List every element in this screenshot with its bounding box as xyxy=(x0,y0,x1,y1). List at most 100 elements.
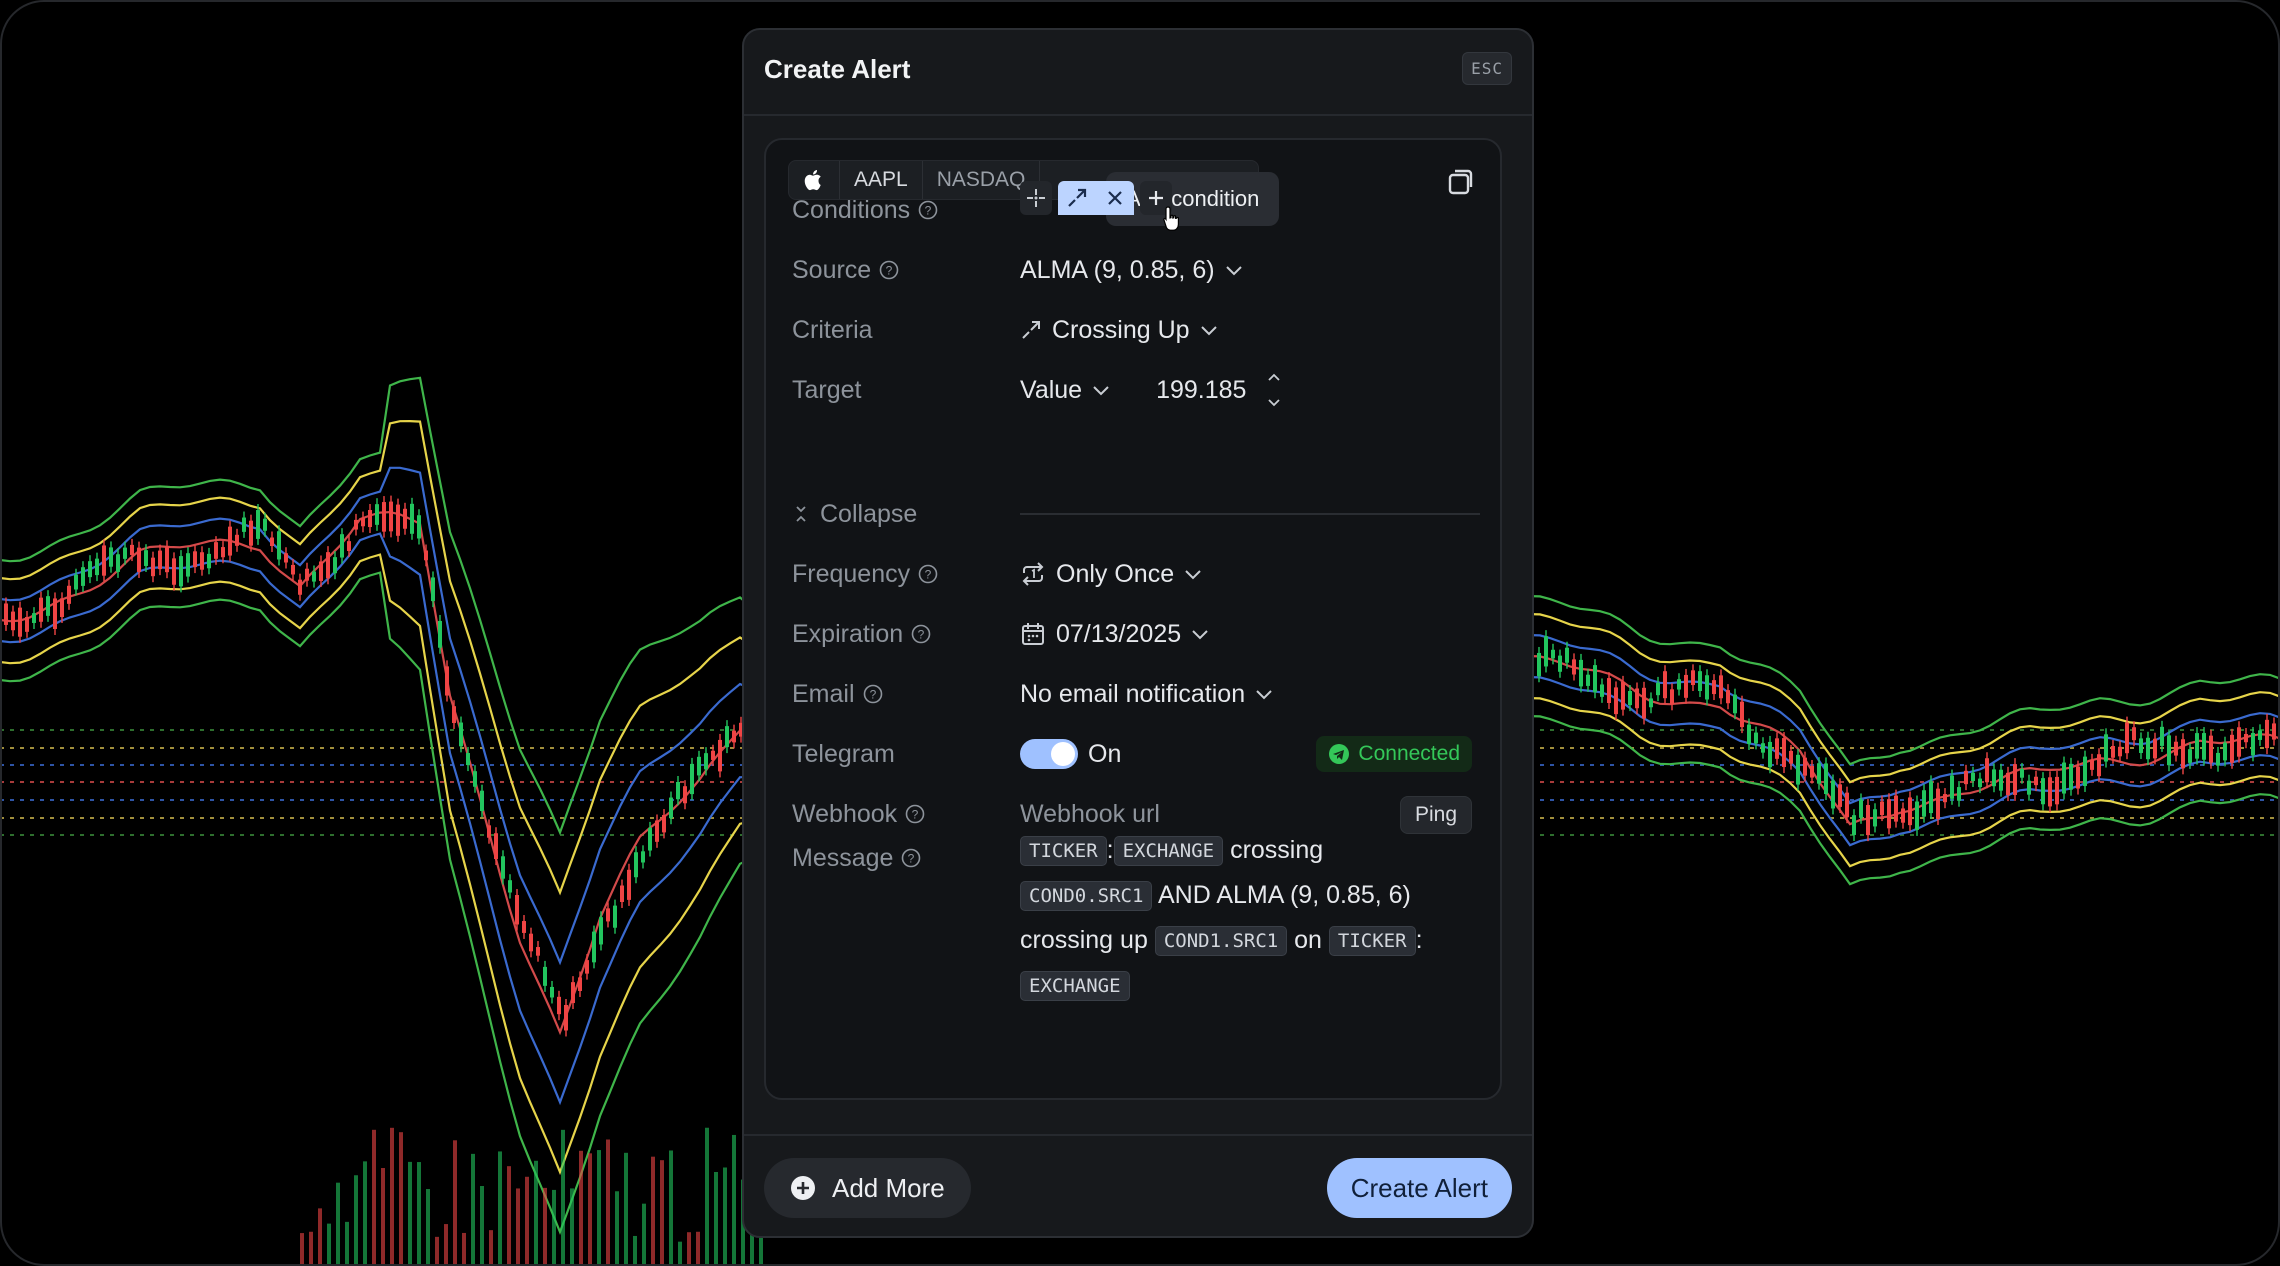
candle-body xyxy=(1768,741,1772,768)
volume-bar xyxy=(462,1232,466,1266)
create-alert-button[interactable]: Create Alert xyxy=(1326,1158,1512,1218)
volume-bar xyxy=(561,1129,565,1266)
candle-body xyxy=(690,763,694,795)
candle-body xyxy=(732,730,736,743)
message-text: on xyxy=(1294,926,1322,954)
candle-body xyxy=(361,517,365,527)
collapse-label: Collapse xyxy=(820,499,918,528)
candle-body xyxy=(1880,801,1884,816)
candle-body xyxy=(375,504,379,525)
message-editor[interactable]: TICKER: EXCHANGE crossing COND0.SRC1 AND … xyxy=(1020,828,1470,1008)
esc-close-button[interactable]: ESC xyxy=(1462,52,1512,85)
candle-body xyxy=(32,613,36,623)
volume-bar xyxy=(345,1221,349,1266)
candle-body xyxy=(2020,768,2024,778)
candle-body xyxy=(1719,675,1723,699)
connected-status: Connected xyxy=(1358,742,1460,765)
candle-body xyxy=(1950,775,1954,799)
criteria-dropdown[interactable]: Crossing Up xyxy=(1020,310,1218,350)
cond0-src1-token[interactable]: COND0.SRC1 xyxy=(1020,881,1153,912)
candle-body xyxy=(473,771,477,787)
email-dropdown[interactable]: No email notification xyxy=(1020,674,1273,714)
exchange-token[interactable]: EXCHANGE xyxy=(1020,971,1130,1002)
candle-body xyxy=(242,517,246,532)
volume-bar xyxy=(336,1182,340,1266)
target-type-dropdown[interactable]: Value xyxy=(1020,376,1110,405)
help-icon[interactable]: ? xyxy=(911,624,931,644)
telegram-toggle[interactable] xyxy=(1020,739,1078,769)
volume-bar xyxy=(579,1150,583,1266)
expiration-label: Expiration xyxy=(792,619,904,648)
calendar-icon xyxy=(1022,623,1044,645)
candle-body xyxy=(431,577,435,602)
volume-bar xyxy=(516,1188,520,1266)
candle-body xyxy=(1621,681,1625,710)
candle-body xyxy=(2153,738,2157,759)
source-dropdown[interactable]: ALMA (9, 0.85, 6) xyxy=(1020,250,1243,290)
candle-body xyxy=(1936,788,1940,819)
candle-body xyxy=(1782,738,1786,768)
volume-bar xyxy=(453,1140,457,1266)
condition-buttons xyxy=(1020,180,1184,231)
help-icon[interactable]: ? xyxy=(863,684,883,704)
volume-bar xyxy=(300,1233,304,1266)
candle-body xyxy=(221,547,225,558)
candle-body xyxy=(669,797,673,819)
volume-bar xyxy=(372,1129,376,1266)
candle-body xyxy=(60,598,64,618)
plus-circle-icon xyxy=(791,1176,815,1200)
volume-bar xyxy=(354,1175,358,1266)
target-value-input[interactable]: 199.185 xyxy=(1156,376,1246,405)
candle-body xyxy=(298,579,302,595)
candle-body xyxy=(1586,674,1590,686)
candle-body xyxy=(81,567,85,586)
exchange-token[interactable]: EXCHANGE xyxy=(1113,836,1224,867)
candle-body xyxy=(2132,727,2136,741)
telegram-toggle-label: On xyxy=(1088,739,1122,768)
candle-body xyxy=(2174,741,2178,756)
expiration-row: Expiration? xyxy=(792,614,931,654)
candle-body xyxy=(137,547,141,572)
candle-body xyxy=(396,504,400,536)
help-icon[interactable]: ? xyxy=(918,200,938,220)
add-more-button[interactable]: Add More xyxy=(764,1158,971,1218)
ticker-token[interactable]: TICKER xyxy=(1020,836,1107,867)
candle-body xyxy=(2097,754,2101,777)
copy-icon[interactable] xyxy=(1442,164,1478,200)
crossing-up-condition-icon[interactable] xyxy=(1058,180,1096,215)
candle-body xyxy=(2006,772,2010,796)
help-icon[interactable]: ? xyxy=(918,564,938,584)
cond1-src1-token[interactable]: COND1.SRC1 xyxy=(1154,926,1288,957)
source-value: ALMA (9, 0.85, 6) xyxy=(1020,255,1215,284)
expiration-dropdown[interactable]: 07/13/2025 xyxy=(1020,614,1209,654)
webhook-row: Webhook? xyxy=(792,794,925,834)
candle-body xyxy=(1656,682,1660,696)
candle-body xyxy=(2069,763,2073,790)
candle-body xyxy=(1544,636,1548,667)
help-icon[interactable]: ? xyxy=(879,260,899,280)
candle-body xyxy=(417,515,421,539)
volume-bar xyxy=(687,1232,691,1266)
candle-body xyxy=(662,815,666,833)
candle-body xyxy=(284,553,288,563)
collapse-toggle[interactable]: Collapse xyxy=(792,494,917,534)
volume-bar xyxy=(705,1127,709,1266)
remove-condition-icon[interactable] xyxy=(1096,180,1134,215)
volume-bar xyxy=(552,1189,556,1266)
candle-body xyxy=(11,611,15,631)
create-alert-dialog: Create Alert ESC AAPL NASDAQ Add conditi… xyxy=(742,28,1534,1238)
stepper-icon[interactable] xyxy=(1266,370,1282,410)
candle-body xyxy=(1817,763,1821,784)
crosshair-icon[interactable] xyxy=(1020,180,1052,215)
candle-body xyxy=(1691,670,1695,686)
candle-body xyxy=(368,509,372,528)
ticker-token[interactable]: TICKER xyxy=(1328,926,1416,957)
volume-bar xyxy=(732,1134,736,1266)
candle-body xyxy=(67,585,71,604)
help-icon[interactable]: ? xyxy=(905,804,925,824)
candle-body xyxy=(410,503,414,534)
frequency-dropdown[interactable]: Only Once xyxy=(1020,554,1202,594)
help-icon[interactable]: ? xyxy=(901,848,921,868)
candle-body xyxy=(613,905,617,928)
message-row: Message? xyxy=(792,838,921,878)
